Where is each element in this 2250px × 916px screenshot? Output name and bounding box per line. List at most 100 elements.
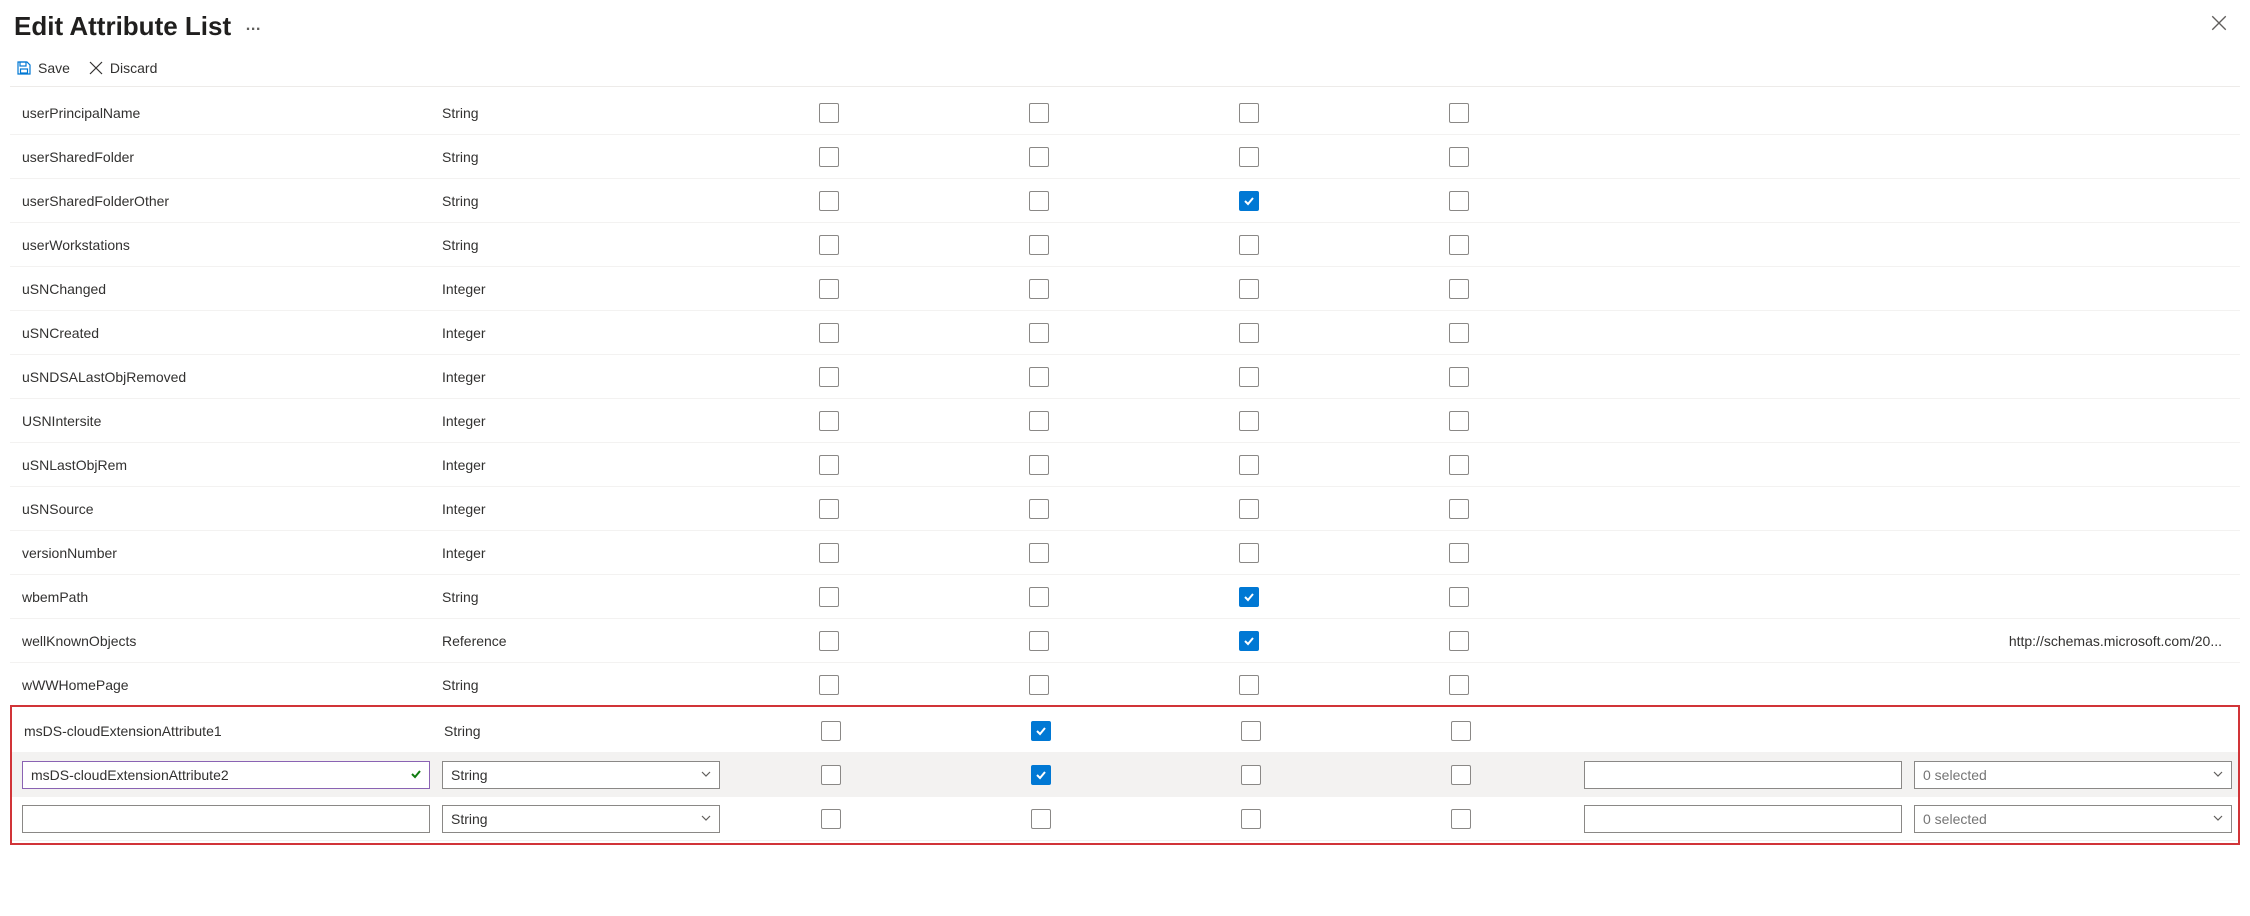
checkbox[interactable] (1029, 147, 1049, 167)
delete-button[interactable] (2236, 365, 2250, 389)
checkbox[interactable] (1239, 499, 1259, 519)
extra-input[interactable] (1584, 761, 1902, 789)
checkbox[interactable] (1029, 103, 1049, 123)
attr-name-input[interactable] (22, 761, 430, 789)
checkbox-c2[interactable] (1031, 765, 1051, 785)
checkbox-c1[interactable] (821, 809, 841, 829)
checkbox[interactable] (1239, 631, 1259, 651)
attr-name: userSharedFolderOther (14, 189, 434, 213)
checkbox[interactable] (1449, 367, 1469, 387)
checkbox[interactable] (819, 455, 839, 475)
checkbox[interactable] (1239, 191, 1259, 211)
checkbox[interactable] (819, 411, 839, 431)
checkbox[interactable] (1449, 235, 1469, 255)
delete-button[interactable] (2236, 145, 2250, 169)
checkbox[interactable] (1239, 235, 1259, 255)
checkbox[interactable] (1239, 147, 1259, 167)
checkbox-c3[interactable] (1241, 809, 1261, 829)
checkbox[interactable] (1239, 455, 1259, 475)
checkbox[interactable] (819, 543, 839, 563)
checkbox[interactable] (1449, 411, 1469, 431)
checkbox-c4[interactable] (1451, 721, 1471, 741)
checkbox[interactable] (1029, 411, 1049, 431)
checkbox[interactable] (1029, 455, 1049, 475)
checkbox[interactable] (1239, 323, 1259, 343)
close-button[interactable] (2202, 10, 2236, 42)
checkbox[interactable] (1449, 675, 1469, 695)
delete-button[interactable] (2236, 629, 2250, 653)
checkbox[interactable] (1449, 631, 1469, 651)
checkbox[interactable] (1239, 587, 1259, 607)
checkbox[interactable] (819, 323, 839, 343)
checkbox-c4[interactable] (1451, 765, 1471, 785)
checkbox-c4[interactable] (1451, 809, 1471, 829)
checkbox[interactable] (1449, 191, 1469, 211)
checkbox[interactable] (819, 235, 839, 255)
checkbox[interactable] (1449, 499, 1469, 519)
checkbox[interactable] (1449, 587, 1469, 607)
delete-button[interactable] (2236, 453, 2250, 477)
checkbox[interactable] (819, 367, 839, 387)
delete-button[interactable] (2238, 719, 2250, 743)
checkbox-c2[interactable] (1031, 721, 1051, 741)
checkbox[interactable] (819, 147, 839, 167)
delete-button[interactable] (2236, 233, 2250, 257)
checkbox[interactable] (1239, 279, 1259, 299)
checkbox[interactable] (1449, 543, 1469, 563)
checkbox[interactable] (1029, 191, 1049, 211)
checkbox[interactable] (1449, 147, 1469, 167)
checkbox-c1[interactable] (821, 765, 841, 785)
checkbox[interactable] (1239, 543, 1259, 563)
delete-button[interactable] (2236, 541, 2250, 565)
checkbox[interactable] (819, 675, 839, 695)
checkbox[interactable] (1239, 411, 1259, 431)
attr-name: userPrincipalName (14, 101, 434, 125)
checkbox[interactable] (1449, 323, 1469, 343)
delete-button[interactable] (2236, 585, 2250, 609)
multiselect[interactable] (1914, 761, 2232, 789)
multiselect[interactable] (1914, 805, 2232, 833)
checkbox-c3[interactable] (1241, 721, 1261, 741)
delete-button[interactable] (2236, 189, 2250, 213)
checkbox[interactable] (819, 279, 839, 299)
checkbox[interactable] (819, 631, 839, 651)
delete-button[interactable] (2236, 101, 2250, 125)
attr-type-select[interactable] (442, 761, 720, 789)
checkbox[interactable] (1449, 279, 1469, 299)
checkbox[interactable] (1449, 103, 1469, 123)
checkbox[interactable] (1029, 631, 1049, 651)
save-button[interactable]: Save (16, 60, 70, 76)
checkbox[interactable] (819, 191, 839, 211)
checkbox[interactable] (1239, 367, 1259, 387)
checkbox[interactable] (1029, 587, 1049, 607)
checkbox[interactable] (1029, 279, 1049, 299)
checkbox[interactable] (1029, 675, 1049, 695)
checkbox-c1[interactable] (821, 721, 841, 741)
delete-button[interactable] (2236, 673, 2250, 697)
delete-button[interactable] (2236, 409, 2250, 433)
checkbox-c2[interactable] (1031, 809, 1051, 829)
extra-input[interactable] (1584, 805, 1902, 833)
reference-link (1906, 549, 2236, 557)
checkbox[interactable] (1239, 675, 1259, 695)
checkbox-c3[interactable] (1241, 765, 1261, 785)
checkbox[interactable] (1029, 367, 1049, 387)
checkbox[interactable] (1449, 455, 1469, 475)
checkbox[interactable] (1029, 543, 1049, 563)
attr-name-input[interactable] (22, 805, 430, 833)
checkbox[interactable] (1029, 235, 1049, 255)
delete-button[interactable] (2238, 763, 2250, 787)
checkbox[interactable] (1029, 499, 1049, 519)
checkbox[interactable] (1029, 323, 1049, 343)
delete-button[interactable] (2236, 497, 2250, 521)
delete-button[interactable] (2236, 277, 2250, 301)
checkbox[interactable] (819, 499, 839, 519)
checkbox[interactable] (1239, 103, 1259, 123)
reference-link[interactable]: http://schemas.microsoft.com/20... (1906, 629, 2236, 653)
discard-button[interactable]: Discard (88, 60, 157, 76)
checkbox[interactable] (819, 587, 839, 607)
attr-type-select[interactable] (442, 805, 720, 833)
delete-button[interactable] (2236, 321, 2250, 345)
more-icon[interactable]: … (245, 17, 263, 35)
checkbox[interactable] (819, 103, 839, 123)
